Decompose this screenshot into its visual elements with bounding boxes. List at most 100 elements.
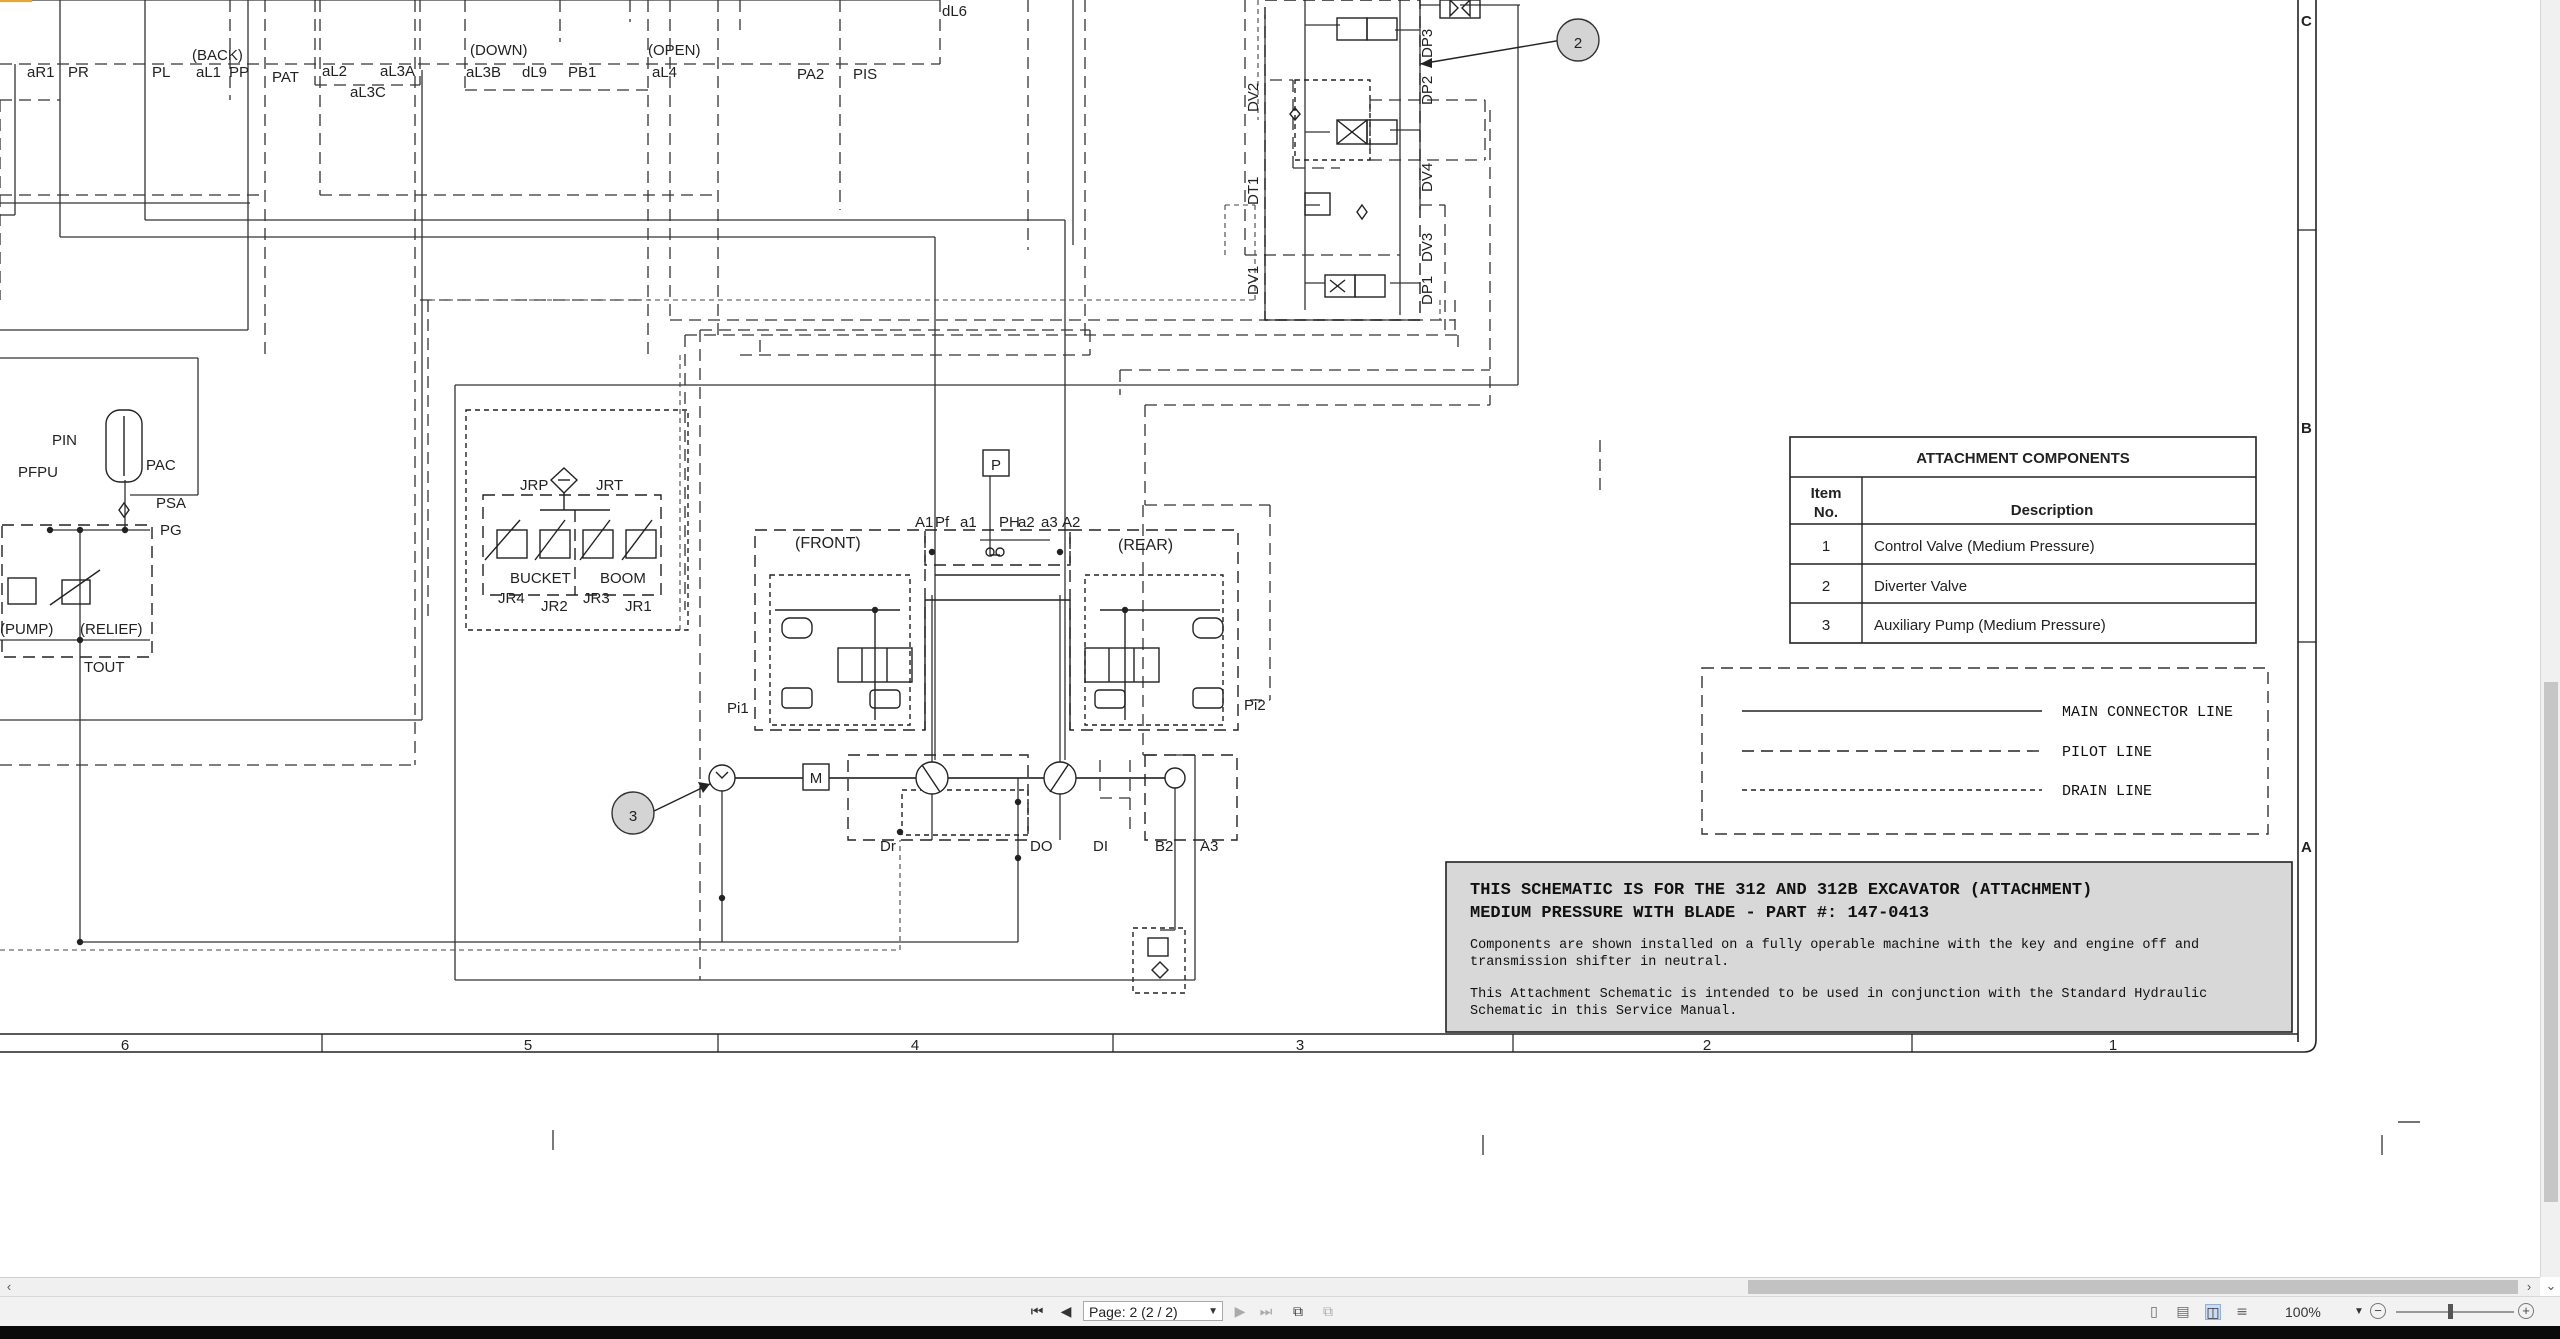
svg-text:TOUT: TOUT <box>84 659 125 676</box>
svg-text:DV2: DV2 <box>1245 83 1262 112</box>
legend-pilot-line: PILOT LINE <box>2062 744 2152 761</box>
svg-text:DP1: DP1 <box>1419 276 1436 305</box>
svg-text:PB1: PB1 <box>568 64 596 81</box>
zone-a-label: A <box>2301 839 2312 856</box>
svg-text:dL9: dL9 <box>522 64 547 81</box>
left-accumulator-block <box>1 409 153 946</box>
zone-2-label: 2 <box>1703 1037 1711 1054</box>
last-page-icon[interactable]: ⏭ <box>1256 1302 1276 1322</box>
zoom-level[interactable]: 100% <box>2285 1303 2335 1321</box>
svg-text:PG: PG <box>160 522 182 539</box>
svg-text:dL6: dL6 <box>942 3 967 20</box>
scroll-down-arrow-icon[interactable]: ⌄ <box>2542 1277 2560 1295</box>
svg-text:PFPU: PFPU <box>18 464 58 481</box>
pump-assembly: M <box>708 754 1238 994</box>
vertical-scrollbar[interactable] <box>2540 0 2560 1277</box>
zoom-dropdown-icon[interactable]: ▼ <box>2354 1303 2364 1321</box>
next-page-icon[interactable]: ▶ <box>1230 1302 1250 1322</box>
components-table: ATTACHMENT COMPONENTS Item No. Descripti… <box>1789 436 2257 644</box>
svg-text:BUCKET: BUCKET <box>510 570 571 587</box>
forward-view-icon[interactable]: ⧉ <box>1318 1302 1338 1322</box>
zone-4-label: 4 <box>911 1037 919 1054</box>
svg-text:DT1: DT1 <box>1245 177 1262 205</box>
zone-3-label: 3 <box>1296 1037 1304 1054</box>
horizontal-scroll-thumb[interactable] <box>1748 1280 2518 1294</box>
book-view-icon[interactable]: ≡ <box>2234 1304 2250 1320</box>
document-viewport[interactable]: C B A 6 5 4 3 2 1 M P 2 3 aR1 PR PL aL1 … <box>0 0 2560 1270</box>
description-header: Description <box>2011 502 2094 519</box>
components-table-title: ATTACHMENT COMPONENTS <box>1916 450 2130 467</box>
hydraulic-schematic: C B A 6 5 4 3 2 1 M P 2 3 aR1 PR PL aL1 … <box>0 0 2420 1155</box>
note-1-line-2: transmission shifter in neutral. <box>1470 955 1729 970</box>
svg-text:JRT: JRT <box>596 477 623 494</box>
back-view-icon[interactable]: ⧉ <box>1288 1302 1308 1322</box>
main-lines <box>0 0 1520 981</box>
title-line-2: MEDIUM PRESSURE WITH BLADE - PART #: 147… <box>1470 904 1929 923</box>
pressure-tap: P <box>982 449 1010 477</box>
zone-c-label: C <box>2301 13 2312 30</box>
table-row-3-no: 3 <box>1822 617 1830 634</box>
svg-text:aR1: aR1 <box>27 64 55 81</box>
zone-6-label: 6 <box>121 1037 129 1054</box>
zoom-out-icon[interactable]: − <box>2370 1303 2386 1319</box>
title-line-1: THIS SCHEMATIC IS FOR THE 312 AND 312B E… <box>1470 881 2092 900</box>
first-page-icon[interactable]: ⏮ <box>1027 1302 1047 1322</box>
zoom-slider-handle[interactable] <box>2448 1304 2453 1319</box>
svg-text:A2: A2 <box>1062 514 1080 531</box>
svg-text:DO: DO <box>1030 838 1053 855</box>
continuous-view-icon[interactable]: ▤ <box>2175 1304 2191 1320</box>
zone-5-label: 5 <box>524 1037 532 1054</box>
horizontal-scrollbar[interactable]: ‹ › <box>0 1277 2540 1297</box>
svg-text:DP3: DP3 <box>1419 29 1436 58</box>
scroll-right-arrow-icon[interactable]: › <box>2520 1278 2538 1296</box>
svg-text:PAC: PAC <box>146 457 176 474</box>
svg-text:PIS: PIS <box>853 66 877 83</box>
svg-text:JRP: JRP <box>520 477 548 494</box>
svg-text:(REAR): (REAR) <box>1118 537 1173 554</box>
note-2-line-1: This Attachment Schematic is intended to… <box>1470 987 2207 1002</box>
svg-text:JR1: JR1 <box>625 598 652 615</box>
zone-b-label: B <box>2301 420 2312 437</box>
svg-text:DV1: DV1 <box>1245 266 1262 295</box>
svg-text:BOOM: BOOM <box>600 570 646 587</box>
scroll-left-arrow-icon[interactable]: ‹ <box>0 1278 18 1296</box>
zoom-slider[interactable] <box>2396 1311 2514 1313</box>
svg-text:PP: PP <box>229 64 249 81</box>
taskbar <box>0 1326 2560 1339</box>
two-page-view-icon[interactable]: ◫ <box>2205 1304 2221 1321</box>
drain-lines <box>0 0 1441 951</box>
svg-text:DV3: DV3 <box>1419 233 1436 262</box>
svg-text:Dr: Dr <box>880 838 896 855</box>
svg-text:PAT: PAT <box>272 69 299 86</box>
svg-text:Pf: Pf <box>935 514 950 531</box>
zoom-in-icon[interactable]: + <box>2518 1303 2534 1319</box>
svg-text:PH: PH <box>999 514 1020 531</box>
svg-text:a1: a1 <box>960 514 977 531</box>
svg-text:aL2: aL2 <box>322 63 347 80</box>
svg-text:PIN: PIN <box>52 432 77 449</box>
control-valve-block <box>754 529 1239 731</box>
svg-text:(OPEN): (OPEN) <box>648 42 701 59</box>
svg-text:aL3C: aL3C <box>350 84 386 101</box>
svg-text:DI: DI <box>1093 838 1108 855</box>
svg-text:JR4: JR4 <box>498 590 525 607</box>
callout-2: 2 <box>1419 18 1600 68</box>
page-label: Page: 2 (2 / 2) <box>1089 1304 1178 1320</box>
svg-text:DV4: DV4 <box>1419 163 1436 192</box>
motor-label: M <box>810 770 823 787</box>
page-marker <box>0 0 32 2</box>
svg-text:3: 3 <box>629 808 637 825</box>
svg-text:(BACK): (BACK) <box>192 47 243 64</box>
previous-page-icon[interactable]: ◀ <box>1056 1302 1076 1322</box>
svg-text:Pi2: Pi2 <box>1244 697 1266 714</box>
table-row-2-no: 2 <box>1822 578 1830 595</box>
page-selector[interactable]: Page: 2 (2 / 2) ▼ <box>1083 1301 1223 1321</box>
svg-text:2: 2 <box>1574 35 1582 52</box>
single-page-view-icon[interactable]: ▯ <box>2146 1304 2162 1320</box>
svg-text:a3: a3 <box>1041 514 1058 531</box>
legend-main-line: MAIN CONNECTOR LINE <box>2062 704 2233 721</box>
vertical-scroll-thumb[interactable] <box>2544 682 2558 1202</box>
note-1-line-1: Components are shown installed on a full… <box>1470 938 2199 953</box>
svg-text:(RELIEF): (RELIEF) <box>80 621 143 638</box>
svg-text:PA2: PA2 <box>797 66 824 83</box>
